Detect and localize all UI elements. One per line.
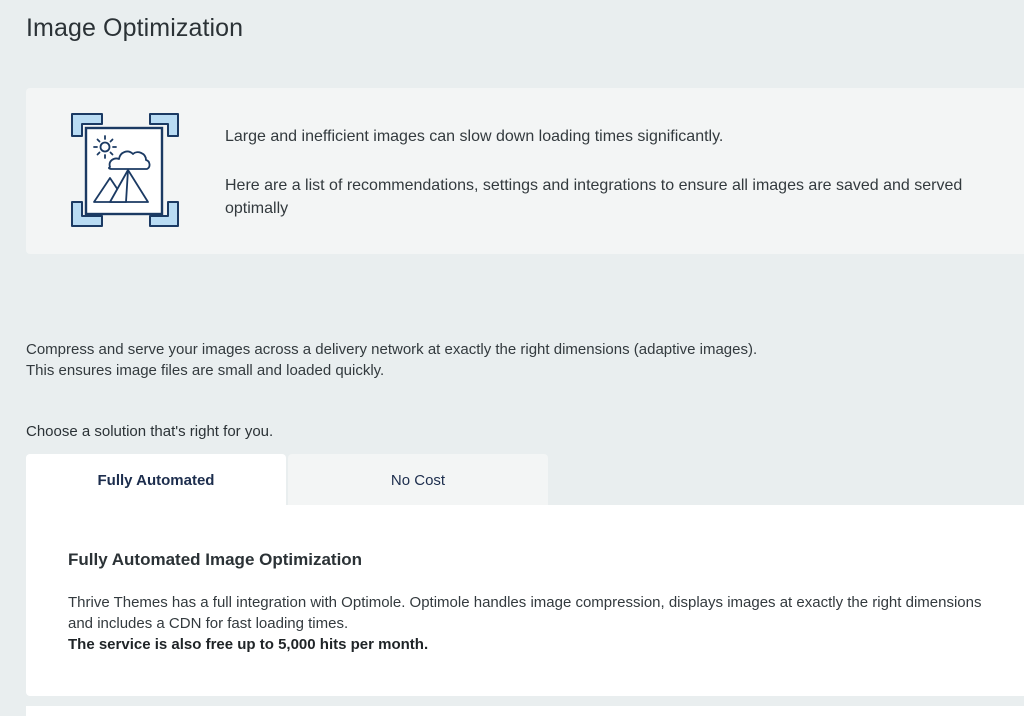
solution-tabs: Fully Automated No Cost bbox=[26, 454, 548, 506]
intro-text: Large and inefficient images can slow do… bbox=[225, 125, 1015, 220]
tab-no-cost[interactable]: No Cost bbox=[288, 454, 548, 506]
optimization-description: Compress and serve your images across a … bbox=[26, 339, 1006, 381]
panel-body: Thrive Themes has a full integration wit… bbox=[68, 592, 998, 655]
next-panel-edge bbox=[26, 706, 1024, 716]
tab-label: No Cost bbox=[390, 471, 446, 489]
panel-title: Fully Automated Image Optimization bbox=[68, 550, 363, 569]
tab-label: Fully Automated bbox=[97, 471, 215, 489]
tab-fully-automated[interactable]: Fully Automated bbox=[26, 454, 286, 506]
panel-highlight: The service is also free up to 5,000 hit… bbox=[68, 636, 429, 653]
image-frame-icon bbox=[70, 112, 182, 232]
description-line-1: Compress and serve your images across a … bbox=[26, 341, 758, 358]
solution-prompt: Choose a solution that's right for you. bbox=[26, 423, 274, 440]
intro-line-1: Large and inefficient images can slow do… bbox=[225, 128, 724, 145]
description-line-2: This ensures image files are small and l… bbox=[26, 362, 385, 379]
fully-automated-panel: Fully Automated Image Optimization Thriv… bbox=[26, 505, 1024, 696]
intro-line-2: Here are a list of recommendations, sett… bbox=[225, 177, 963, 217]
panel-description: Thrive Themes has a full integration wit… bbox=[68, 594, 982, 632]
intro-card: Large and inefficient images can slow do… bbox=[26, 88, 1024, 254]
page-title: Image Optimization bbox=[26, 14, 244, 42]
